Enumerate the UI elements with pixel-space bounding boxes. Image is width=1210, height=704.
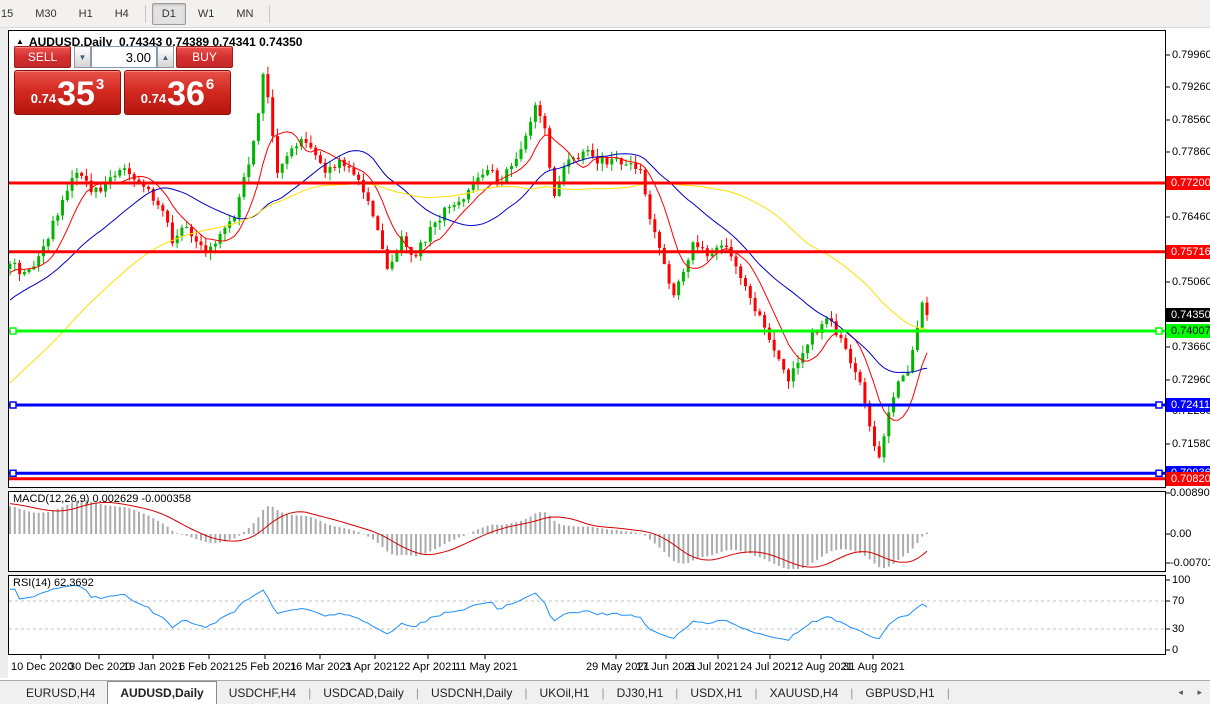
price-tick-label: 0.79260 — [1172, 80, 1210, 94]
timeframe-button-h1[interactable]: H1 — [69, 3, 103, 25]
sell-button[interactable]: SELL — [14, 46, 71, 68]
price-level-label: 0.75716 — [1166, 245, 1210, 259]
macd-axis-label: 0.00 — [1170, 527, 1191, 541]
chart-tab-usdcnh-daily[interactable]: USDCNH,Daily — [419, 683, 524, 704]
one-click-trading-panel: SELL ▼ ▲ BUY 0.74 35 3 0.74 36 6 — [14, 46, 236, 115]
chart-tab-usdx-h1[interactable]: USDX,H1 — [678, 683, 754, 704]
rsi-axis-label: 70 — [1172, 594, 1184, 608]
date-tick-label: 6 Jul 2021 — [688, 661, 739, 673]
price-tick-label: 0.78560 — [1172, 113, 1210, 127]
tab-scroll-left-icon[interactable]: ◂ — [1178, 687, 1183, 697]
buy-button[interactable]: BUY — [176, 46, 233, 68]
timeframe-button-d1[interactable]: D1 — [152, 3, 186, 25]
chart-tab-eurusd-h4[interactable]: EURUSD,H4 — [14, 683, 107, 704]
price-tick-label: 0.76460 — [1172, 210, 1210, 224]
date-tick-label: 19 Jan 2021 — [123, 661, 184, 673]
volume-input[interactable] — [91, 46, 157, 68]
toolbar-divider — [145, 5, 146, 23]
price-tick-label: 0.71580 — [1172, 437, 1210, 451]
date-tick-label: 24 Jul 2021 — [740, 661, 797, 673]
chart-tab-ukoil-h1[interactable]: UKOil,H1 — [527, 683, 601, 704]
chart-tab-usdchf-h4[interactable]: USDCHF,H4 — [217, 683, 308, 704]
macd-axis-label: 0.008904 — [1170, 486, 1210, 500]
chart-tab-bar: EURUSD,H4AUDUSD,DailyUSDCHF,H4 | USDCAD,Da… — [0, 680, 1210, 704]
tab-scroll-controls: ◂ ▸ — [1166, 687, 1202, 698]
buy-price-tile[interactable]: 0.74 36 6 — [124, 70, 231, 115]
timeframe-button-m30[interactable]: M30 — [25, 3, 66, 25]
macd-axis-label: -0.007013 — [1170, 556, 1210, 570]
timeframe-toolbar: 15M30H1H4 D1W1MN — [0, 0, 1210, 28]
rsi-axis-label: 100 — [1172, 573, 1190, 587]
sell-price-tile[interactable]: 0.74 35 3 — [14, 70, 121, 115]
price-level-label: 0.74350 — [1166, 308, 1210, 322]
date-tick-label: 11 May 2021 — [455, 661, 518, 673]
date-tick-label: 31 Aug 2021 — [843, 661, 905, 673]
date-tick-label: 6 Feb 2021 — [179, 661, 235, 673]
sell-price-big: 35 — [57, 76, 95, 112]
rsi-panel[interactable] — [8, 575, 1166, 655]
chart-tab-audusd-daily[interactable]: AUDUSD,Daily — [107, 681, 216, 704]
macd-label: MACD(12,26,9) 0.002629 -0.000358 — [13, 493, 191, 505]
buy-price-prefix: 0.74 — [141, 91, 166, 106]
sell-price-pip: 3 — [96, 76, 104, 93]
timeframe-button-mn[interactable]: MN — [226, 3, 263, 25]
price-level-label: 0.72411 — [1166, 398, 1210, 412]
rsi-axis-label: 30 — [1172, 622, 1184, 636]
date-tick-label: 25 Feb 2021 — [235, 661, 297, 673]
window-left-edge — [0, 28, 8, 678]
price-tick-label: 0.75060 — [1172, 275, 1210, 289]
timeframe-button-w1[interactable]: W1 — [188, 3, 225, 25]
chart-tab-xauusd-h4[interactable]: XAUUSD,H4 — [758, 683, 851, 704]
chart-tab-gbpusd-h1[interactable]: GBPUSD,H1 — [853, 683, 946, 704]
price-tick-label: 0.72960 — [1172, 373, 1210, 387]
price-tick-label: 0.73660 — [1172, 340, 1210, 354]
chart-tab-dj30-h1[interactable]: DJ30,H1 — [605, 683, 676, 704]
date-tick-label: 16 Mar 2021 — [290, 661, 352, 673]
price-level-label: 0.74007 — [1166, 324, 1210, 338]
volume-decrease-button[interactable]: ▼ — [74, 46, 91, 68]
volume-increase-button[interactable]: ▲ — [157, 46, 174, 68]
trading-terminal-window: 15M30H1H4 D1W1MN 0.79960 0.79260 0.78560 0.7… — [0, 0, 1210, 704]
date-tick-label: 10 Dec 2020 — [11, 661, 73, 673]
timeframe-button-15[interactable]: 15 — [0, 3, 23, 25]
date-tick-label: 22 Apr 2021 — [398, 661, 457, 673]
price-level-label: 0.77200 — [1166, 176, 1210, 190]
sell-price-prefix: 0.74 — [31, 91, 56, 106]
buy-price-pip: 6 — [206, 76, 214, 93]
price-tick-label: 0.77860 — [1172, 145, 1210, 159]
buy-price-big: 36 — [167, 76, 205, 112]
rsi-axis-label: 0 — [1172, 643, 1178, 657]
rsi-label: RSI(14) 62.3692 — [13, 577, 94, 589]
price-tick-label: 0.79960 — [1172, 48, 1210, 62]
toolbar-divider — [269, 5, 270, 23]
tab-scroll-right-icon[interactable]: ▸ — [1197, 687, 1202, 697]
chart-tab-usdcad-daily[interactable]: USDCAD,Daily — [311, 683, 416, 704]
price-level-label: 0.70820 — [1166, 472, 1210, 486]
tab-divider: | — [947, 683, 950, 704]
timeframe-button-h4[interactable]: H4 — [105, 3, 139, 25]
collapse-icon[interactable]: ▲ — [16, 37, 24, 46]
date-tick-label: 3 Apr 2021 — [345, 661, 398, 673]
